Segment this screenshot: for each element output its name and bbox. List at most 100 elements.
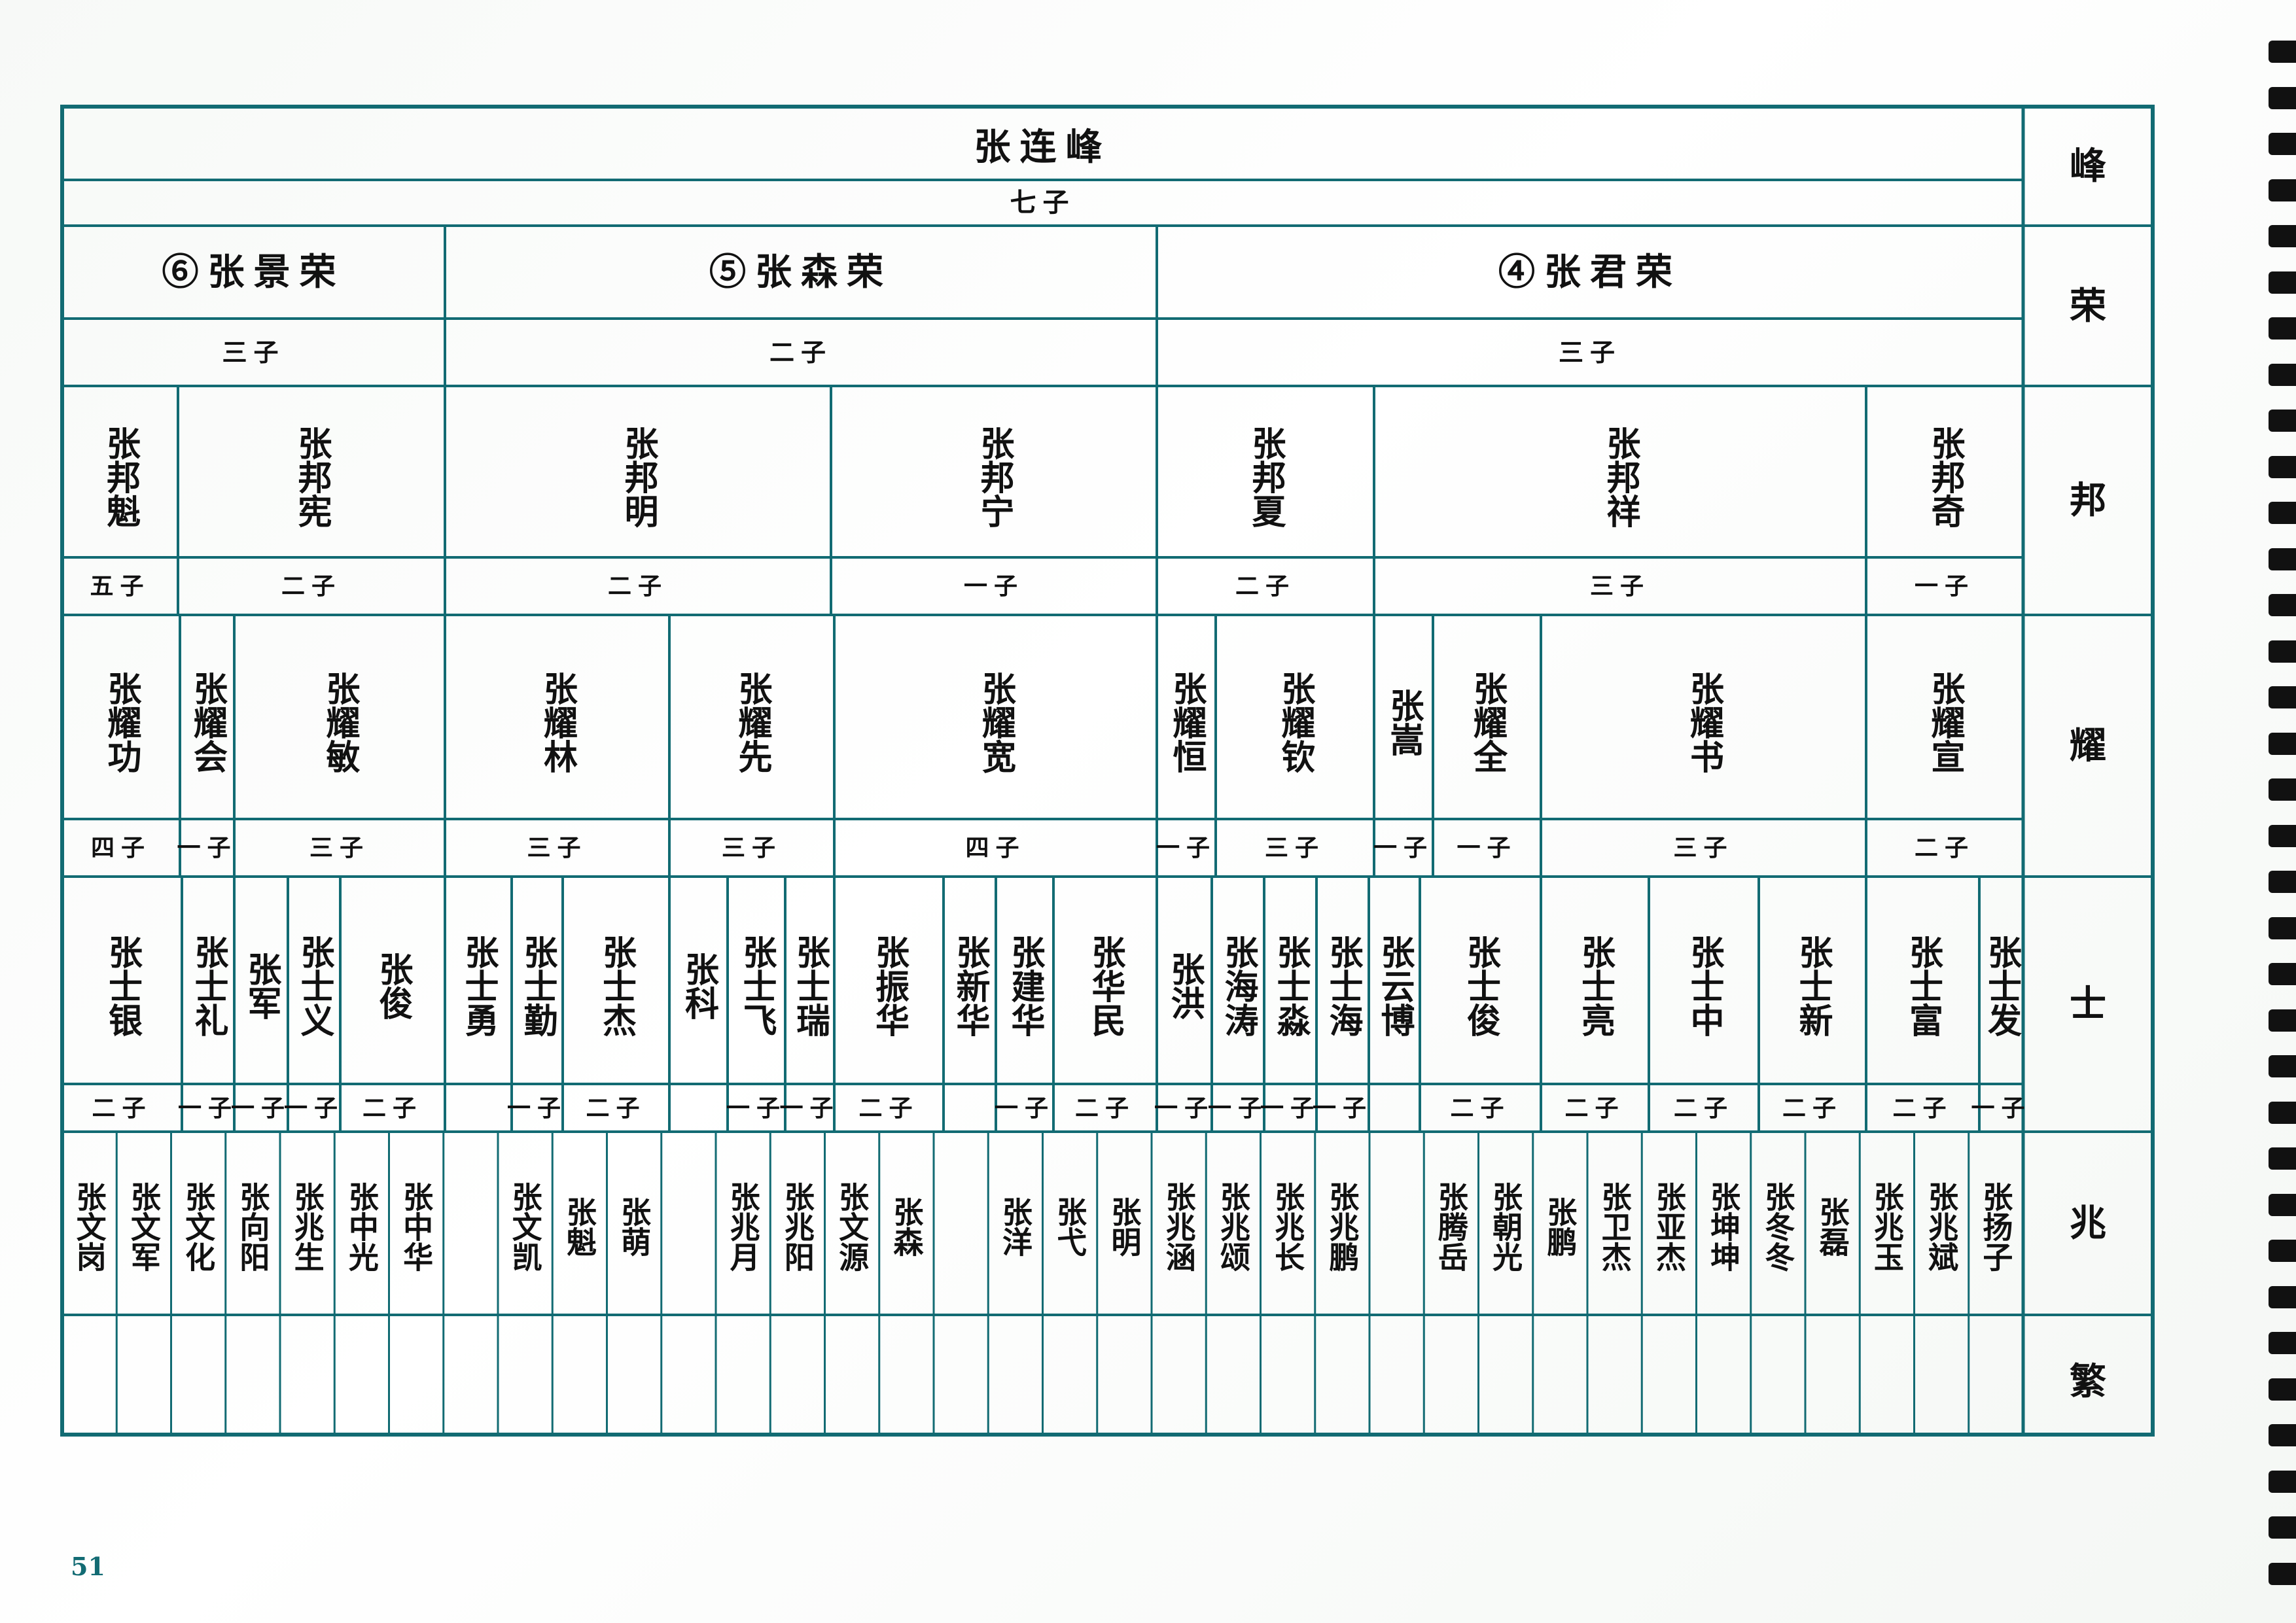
children-count: 三子 <box>309 834 370 862</box>
children-count: 一子 <box>284 1094 345 1122</box>
person-name: 张兆月 <box>725 1181 761 1272</box>
person-name: 张耀书 <box>1684 671 1724 773</box>
person-name: 张耀钦 <box>1275 671 1315 773</box>
person-name: 张文军 <box>126 1181 162 1272</box>
generation-label: 峰 <box>2070 145 2106 188</box>
binding-ring <box>2269 871 2296 893</box>
generation-label: 兆 <box>2070 1202 2106 1245</box>
children-count: 二子 <box>1450 1094 1511 1122</box>
person-name: 张士新 <box>1793 934 1833 1037</box>
children-count: 二子 <box>362 1094 423 1122</box>
children-count: 一子 <box>995 1094 1055 1122</box>
children-count: 二子 <box>92 1094 152 1122</box>
person-name: 张文岗 <box>71 1181 107 1272</box>
person-name: 张邦明 <box>618 426 658 528</box>
children-count: 四子 <box>965 834 1026 862</box>
person-name: 张士发 <box>1981 934 2022 1037</box>
person-name: 张士淼 <box>1271 934 1311 1037</box>
person-name: 张中光 <box>344 1181 380 1272</box>
children-count: 二子 <box>586 1094 646 1122</box>
binding-ring <box>2269 502 2296 524</box>
person-name: 张坤坤 <box>1706 1181 1742 1272</box>
genealogy-chart-grid <box>60 105 2155 1437</box>
person-name: 张腾岳 <box>1433 1181 1469 1272</box>
person-name: 张文凯 <box>507 1181 543 1272</box>
binding-ring <box>2269 640 2296 663</box>
binding-ring <box>2269 594 2296 616</box>
children-count: 三子 <box>1265 834 1326 862</box>
person-name: 张士瑞 <box>790 934 830 1037</box>
person-name: 张兆长 <box>1270 1181 1306 1272</box>
binding-ring <box>2269 1193 2296 1216</box>
person-name: 张兆玉 <box>1869 1181 1905 1272</box>
person-name: 张振华 <box>869 934 910 1037</box>
person-name: 张耀敏 <box>320 671 360 773</box>
person-name: 张士礼 <box>188 934 228 1037</box>
binding-ring <box>2269 686 2296 708</box>
binding-ring <box>2269 1332 2296 1354</box>
person-name: 张文化 <box>181 1181 217 1272</box>
person-name: 张耀宽 <box>976 671 1016 773</box>
binding-ring <box>2269 41 2296 63</box>
person-name: 张华民 <box>1086 934 1125 1037</box>
children-count: 四子 <box>91 834 152 862</box>
person-name: 张弋 <box>1052 1196 1088 1257</box>
person-name: ④张君荣 <box>1498 251 1682 294</box>
children-count: 一子 <box>1313 1094 1373 1122</box>
binding-ring <box>2269 1285 2296 1308</box>
person-name: 张洋 <box>997 1196 1033 1257</box>
person-name: 张建华 <box>1005 934 1045 1037</box>
children-count: 二子 <box>1075 1094 1136 1122</box>
person-name: 张耀功 <box>101 671 141 773</box>
person-name: 张士义 <box>294 934 334 1037</box>
binding-ring <box>2269 1147 2296 1170</box>
person-name: 张士中 <box>1684 934 1724 1037</box>
binding-ring <box>2269 179 2296 201</box>
person-name: 张兆斌 <box>1924 1181 1960 1272</box>
children-count: 一子 <box>1260 1094 1321 1122</box>
binding-ring <box>2269 548 2296 570</box>
person-name: 张兆生 <box>289 1181 325 1272</box>
children-count: 三子 <box>1673 834 1734 862</box>
children-count: 一子 <box>178 1094 239 1122</box>
binding-ring <box>2269 225 2296 247</box>
person-name: 张兆鹏 <box>1324 1181 1360 1272</box>
children-count: 二子 <box>858 1094 919 1122</box>
children-count: 一子 <box>1457 834 1517 862</box>
children-count: 二子 <box>769 337 833 367</box>
children-count: 一子 <box>507 1094 568 1122</box>
person-name: 张冬冬 <box>1760 1181 1796 1272</box>
generation-label: 荣 <box>2070 284 2106 328</box>
binding-ring <box>2269 732 2296 755</box>
binding-ring <box>2269 133 2296 155</box>
person-name: 张兆颂 <box>1215 1181 1251 1272</box>
person-name: 张鹏 <box>1542 1196 1578 1257</box>
person-name: 张磊 <box>1814 1196 1850 1257</box>
binding-ring <box>2269 1516 2296 1539</box>
children-count: 二子 <box>1915 834 1975 862</box>
person-name: 张兆涵 <box>1161 1181 1197 1272</box>
children-count: 一子 <box>726 1094 787 1122</box>
person-name: 张云博 <box>1375 934 1415 1037</box>
binding-ring <box>2269 824 2296 847</box>
binding-ring <box>2269 963 2296 985</box>
person-name: 张士俊 <box>1460 934 1501 1037</box>
children-count: 一子 <box>1971 1094 2032 1122</box>
generation-label: 士 <box>2070 983 2106 1026</box>
children-count: 三子 <box>722 834 783 862</box>
person-name: 张明 <box>1106 1196 1142 1257</box>
person-name: 张中华 <box>398 1181 434 1272</box>
binding-ring <box>2269 1055 2296 1077</box>
person-name: 张邦魁 <box>100 426 141 528</box>
generation-label: 邦 <box>2070 479 2106 522</box>
binding-ring <box>2269 271 2296 294</box>
binding-ring <box>2269 1562 2296 1585</box>
binding-ring <box>2269 1424 2296 1446</box>
person-name: 张萌 <box>616 1196 652 1257</box>
generation-label: 繁 <box>2070 1359 2106 1403</box>
binding-ring <box>2269 1378 2296 1401</box>
binding-ring <box>2269 1101 2296 1124</box>
person-name: 张洪 <box>1165 951 1205 1020</box>
children-count: 三子 <box>1590 572 1651 600</box>
person-name: 张朝光 <box>1488 1181 1524 1272</box>
